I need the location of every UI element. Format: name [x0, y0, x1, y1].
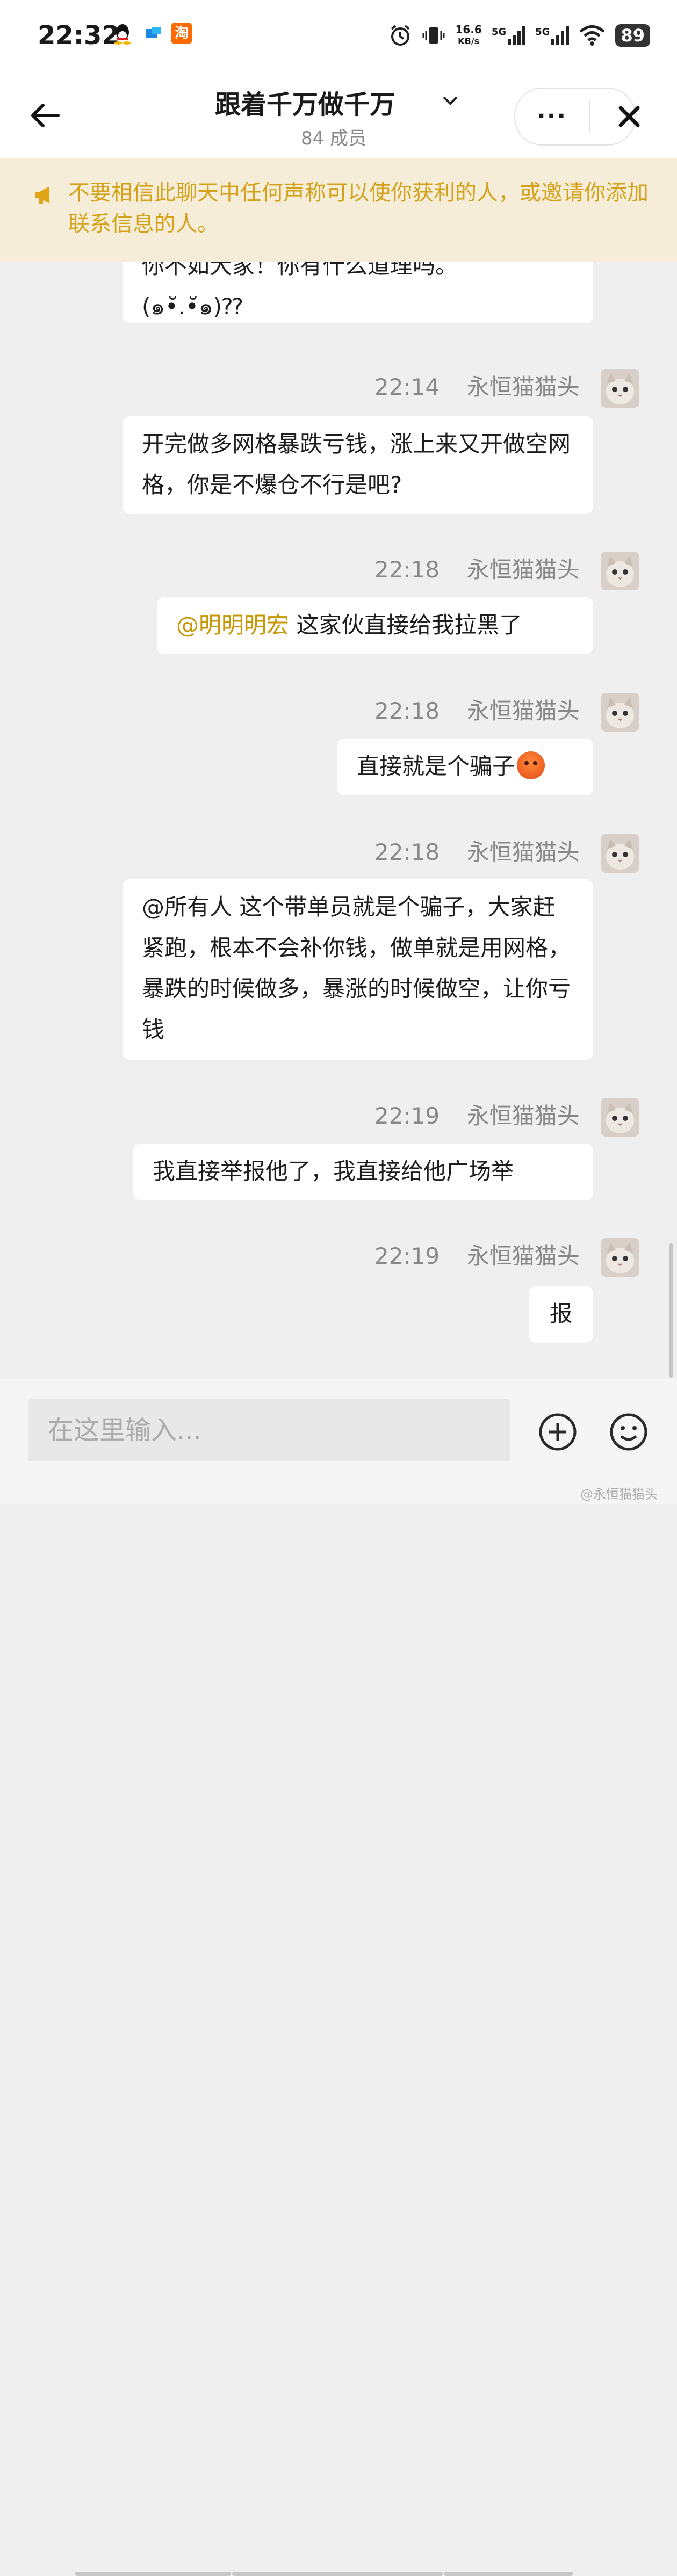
wifi-icon [579, 25, 606, 46]
message-time: 22:18 [374, 698, 440, 724]
sender-name[interactable]: 永恒猫猫头 [467, 1103, 580, 1129]
message-bubble: @明明明宏 这家伙直接给我拉黑了 [157, 597, 593, 654]
sender-name[interactable]: 永恒猫猫头 [467, 698, 580, 724]
add-button[interactable] [537, 1412, 578, 1455]
qq-icon [112, 23, 133, 45]
angry-face-icon [517, 751, 545, 779]
message-time: 22:14 [374, 374, 440, 400]
message-meta: 22:19 永恒猫猫头 [374, 1238, 580, 1271]
message-text: 这家伙直接给我拉黑了 [289, 612, 522, 638]
cat-avatar-icon [601, 369, 639, 408]
arrow-left-icon [31, 104, 60, 127]
member-count: 84 成员 [301, 128, 367, 149]
chevron-down-icon[interactable] [441, 91, 460, 110]
chat-header: 跟着千万做千万 84 成员 ··· [0, 73, 677, 158]
status-indicators: 16.6 KB/s 5G 5G 89 [388, 20, 650, 50]
message-meta: 22:18 永恒猫猫头 [374, 552, 580, 584]
watermark: @永恒猫猫头 [580, 1487, 658, 1502]
status-bar: 22:32 淘 16.6 KB/s 5G 5G 89 [0, 0, 677, 73]
message-text: @所有人 这个带单员就是个骗子，大家赶紧跑，根本不会补你钱，做单就是用网格，暴跌… [142, 894, 571, 1043]
close-button[interactable] [613, 100, 645, 135]
cat-avatar-icon [601, 552, 639, 590]
message-time: 22:19 [374, 1243, 440, 1269]
cat-avatar-icon [601, 834, 639, 873]
sender-name[interactable]: 永恒猫猫头 [467, 374, 580, 400]
message-text: 开完做多网格暴跌亏钱，涨上来又开做空网格，你是不爆仓不行是吧? [142, 431, 571, 498]
mini-program-capsule: ··· [514, 88, 640, 146]
back-button[interactable] [27, 97, 64, 134]
avatar[interactable] [601, 834, 639, 873]
message-bubble: @所有人 这个带单员就是个骗子，大家赶紧跑，根本不会补你钱，做单就是用网格，暴跌… [123, 879, 593, 1060]
net-speed-unit: KB/s [458, 36, 480, 46]
group-title[interactable]: 跟着千万做千万 [215, 83, 395, 121]
avatar[interactable] [601, 693, 639, 732]
megaphone-icon [33, 184, 55, 208]
mention-link[interactable]: @明明明宏 [176, 612, 289, 638]
message-text: (๑•̆.•̆๑)⁇ [142, 293, 243, 320]
clock: 22:32 [38, 20, 120, 50]
avatar[interactable] [601, 369, 639, 408]
message-meta: 22:18 永恒猫猫头 [374, 834, 580, 867]
taobao-icon: 淘 [171, 23, 192, 44]
sim2-signal: 5G [535, 26, 570, 45]
cat-avatar-icon [601, 693, 639, 732]
sim1-signal: 5G [491, 26, 526, 45]
message-time: 22:19 [374, 1103, 440, 1129]
smiley-icon [610, 1413, 647, 1451]
nav-handle [444, 2572, 573, 2576]
net-speed: 16.6 KB/s [455, 24, 481, 47]
emoji-button[interactable] [608, 1412, 649, 1455]
plus-circle-icon [539, 1413, 577, 1451]
sim2-label: 5G [535, 26, 550, 38]
nav-handle [75, 2572, 231, 2576]
message-bubble: 开完做多网格暴跌亏钱，涨上来又开做空网格，你是不爆仓不行是吧? [123, 416, 593, 514]
message-bubble: 直接就是个骗子 [337, 739, 593, 795]
input-bar: 在这里输入... [0, 1379, 677, 2576]
message-text: 报 [549, 1300, 572, 1327]
sender-name[interactable]: 永恒猫猫头 [467, 1243, 580, 1269]
message-meta: 22:19 永恒猫猫头 [374, 1098, 580, 1131]
capsule-divider [589, 100, 590, 133]
safety-warning-text: 不要相信此聊天中任何声称可以使你获利的人，或邀请你添加联系信息的人。 [68, 180, 649, 236]
message-meta: 22:18 永恒猫猫头 [374, 693, 580, 726]
avatar[interactable] [601, 1098, 639, 1137]
message-time: 22:18 [374, 556, 440, 583]
nav-handle [232, 2572, 443, 2576]
message-input[interactable]: 在这里输入... [28, 1399, 510, 1461]
avatar[interactable] [601, 1238, 639, 1277]
cloud-app-icon [143, 23, 164, 44]
more-button[interactable]: ··· [537, 105, 567, 128]
message-meta: 22:14 永恒猫猫头 [374, 369, 580, 402]
message-list[interactable]: 你不如大家！你有什么道理吗。 (๑•̆.•̆๑)⁇ 22:14 永恒猫猫头 开完… [0, 262, 677, 1379]
message-text: 你不如大家！你有什么道理吗。 [142, 262, 458, 279]
message-time: 22:18 [374, 839, 440, 865]
message-text: 直接就是个骗子 [357, 753, 515, 779]
cat-avatar-icon [601, 1238, 639, 1277]
message-text: 我直接举报他了，我直接给他广场举 [153, 1158, 514, 1184]
message-bubble: 你不如大家！你有什么道理吗。 (๑•̆.•̆๑)⁇ [123, 262, 593, 323]
vibrate-icon [422, 27, 445, 44]
sim1-label: 5G [491, 26, 507, 38]
sender-name[interactable]: 永恒猫猫头 [467, 556, 580, 583]
close-icon [618, 106, 640, 127]
net-speed-value: 16.6 [455, 23, 482, 36]
cat-avatar-icon [601, 1098, 639, 1137]
sender-name[interactable]: 永恒猫猫头 [467, 839, 580, 865]
message-bubble: 报 [529, 1286, 593, 1343]
message-bubble: 我直接举报他了，我直接给他广场举 [133, 1144, 593, 1200]
scrollbar[interactable] [669, 1243, 673, 1378]
battery-level: 89 [615, 24, 650, 47]
avatar[interactable] [601, 552, 639, 590]
alarm-icon [391, 25, 410, 46]
